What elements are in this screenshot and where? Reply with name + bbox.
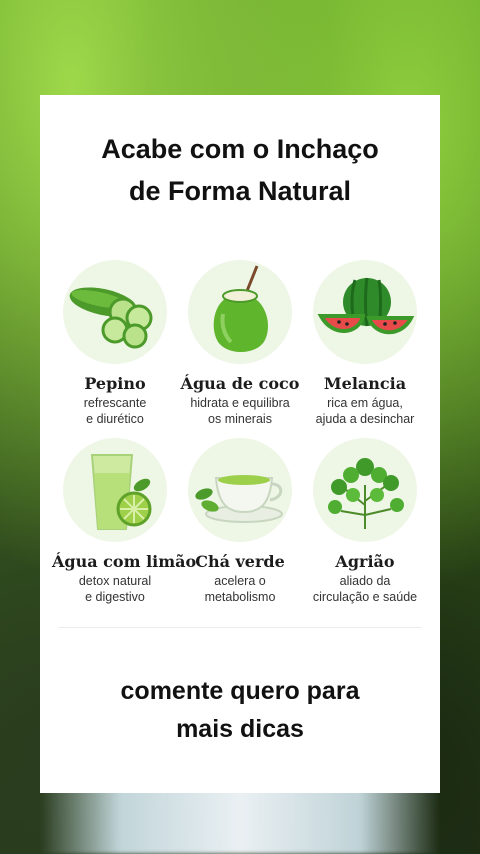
- food-name: Pepino: [84, 374, 146, 393]
- title-line-1: Acabe com o Inchaço: [101, 134, 379, 164]
- food-name: Chá verde: [195, 552, 285, 571]
- food-name: Agrião: [335, 552, 395, 571]
- cucumber-icon: [63, 260, 167, 364]
- food-item-melancia: Melancia rica em água, ajuda a desinchar: [302, 260, 428, 427]
- food-desc: rica em água, ajuda a desinchar: [315, 396, 415, 426]
- call-to-action: comente quero para mais dicas: [120, 677, 360, 743]
- watercress-icon: [313, 438, 417, 542]
- food-name: Água com limão: [52, 552, 197, 571]
- food-item-cha-verde: Chá verde acelera o metabolismo: [177, 438, 303, 605]
- divider: [58, 627, 422, 628]
- food-desc: refrescante e diurético: [83, 396, 147, 426]
- lemon-water-icon: [63, 438, 167, 542]
- food-item-agua-com-limao: Água com limão detox natural e digestivo: [52, 438, 197, 605]
- waterfall-background: [40, 784, 440, 854]
- food-item-pepino: Pepino refrescante e diurético: [52, 260, 178, 427]
- green-tea-icon: [188, 438, 292, 542]
- food-item-agriao: Agrião aliado da circulação e saúde: [302, 438, 428, 605]
- food-desc: hidrata e equilibra os minerais: [190, 396, 290, 426]
- coconut-icon: [188, 260, 292, 364]
- watermelon-icon: [313, 260, 417, 364]
- food-name: Água de coco: [180, 374, 300, 393]
- title-line-2: de Forma Natural: [128, 176, 352, 206]
- food-item-agua-de-coco: Água de coco hidrata e equilibra os mine…: [177, 260, 303, 427]
- food-desc: aliado da circulação e saúde: [312, 574, 418, 604]
- food-desc: acelera o metabolismo: [204, 574, 276, 604]
- food-name: Melancia: [323, 374, 407, 393]
- food-desc: detox natural e digestivo: [78, 574, 152, 604]
- info-card: Acabe com o Inchaço de Forma Natural Pep…: [40, 95, 440, 793]
